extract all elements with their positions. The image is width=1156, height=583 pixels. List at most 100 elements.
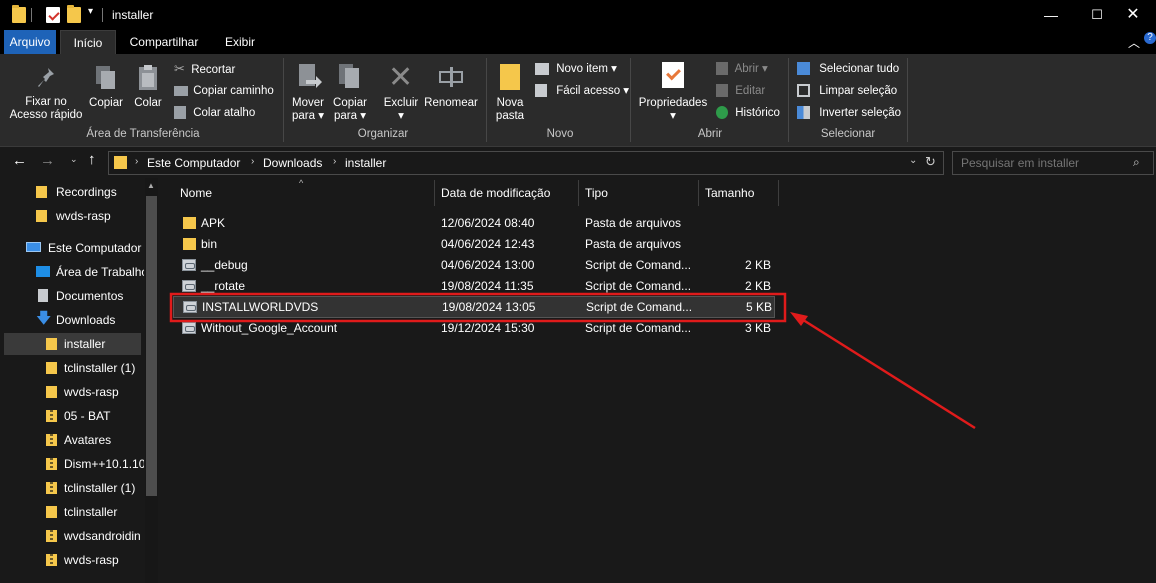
- file-row-installworldvds[interactable]: INSTALLWORLDVDS 19/08/2024 13:05 Script …: [173, 296, 775, 318]
- breadcrumb-downloads[interactable]: Downloads: [263, 156, 322, 170]
- computer-icon: [26, 242, 41, 252]
- properties-quick-icon[interactable]: [46, 7, 60, 23]
- customize-quick-access-icon[interactable]: ▾: [88, 6, 93, 17]
- nav-item-tclinstaller-1-zip[interactable]: tclinstaller (1): [0, 477, 144, 499]
- file-row-bin[interactable]: bin 04/06/2024 12:43 Pasta de arquivos: [173, 234, 773, 254]
- search-icon[interactable]: ⌕: [1133, 155, 1140, 170]
- file-name: APK: [201, 216, 226, 230]
- nav-item-documentos[interactable]: Documentos: [0, 285, 144, 307]
- nav-item-wvds-rasp-2[interactable]: wvds-rasp: [0, 381, 144, 403]
- select-none-button[interactable]: Limpar seleção: [797, 82, 897, 100]
- zip-folder-icon: [46, 410, 57, 422]
- file-row-rotate[interactable]: __rotate 19/08/2024 11:35 Script de Coma…: [173, 276, 773, 296]
- close-button[interactable]: ✕: [1110, 0, 1156, 30]
- file-row-without-google-account[interactable]: Without_Google_Account 19/12/2024 15:30 …: [173, 318, 773, 338]
- scroll-up-icon[interactable]: ▲: [147, 181, 155, 190]
- nav-item-wvdsandroidin[interactable]: wvdsandroidin: [0, 525, 144, 547]
- nav-item-downloads[interactable]: 🡇 Downloads: [0, 309, 144, 331]
- scrollbar-thumb[interactable]: [146, 196, 157, 496]
- easy-access-button[interactable]: Fácil acesso ▾: [535, 82, 629, 100]
- nav-item-tclinstaller-1[interactable]: tclinstaller (1): [0, 357, 144, 379]
- address-bar[interactable]: › Este Computador › Downloads › installe…: [108, 151, 944, 175]
- breadcrumb-installer[interactable]: installer: [345, 156, 386, 170]
- history-label: Histórico: [735, 107, 780, 119]
- nav-item-05-bat[interactable]: 05 - BAT: [0, 405, 144, 427]
- script-icon: [182, 322, 196, 334]
- tab-arquivo[interactable]: Arquivo: [4, 30, 56, 54]
- file-date: 04/06/2024 13:00: [441, 258, 535, 272]
- nav-item-este-computador[interactable]: Este Computador: [0, 237, 144, 259]
- copy-to-button[interactable]: Copiar para ▾: [330, 62, 370, 124]
- nav-item-tclinstaller[interactable]: tclinstaller: [0, 501, 144, 523]
- column-header-type[interactable]: Tipo: [585, 186, 608, 200]
- paste-button[interactable]: Colar: [130, 64, 166, 114]
- move-to-icon: [296, 62, 322, 96]
- column-header-size[interactable]: Tamanho: [705, 186, 754, 200]
- column-separator[interactable]: [578, 180, 579, 206]
- search-box[interactable]: ⌕: [952, 151, 1154, 175]
- nav-item-recordings[interactable]: Recordings: [0, 181, 144, 203]
- column-separator[interactable]: [434, 180, 435, 206]
- file-size: 3 KB: [744, 321, 771, 335]
- back-arrow-icon[interactable]: ←: [12, 152, 27, 169]
- open-button[interactable]: Abrir ▾: [716, 60, 768, 78]
- forward-arrow-icon[interactable]: →: [40, 152, 55, 169]
- folder-icon: [46, 506, 57, 518]
- file-row-debug[interactable]: __debug 04/06/2024 13:00 Script de Coman…: [173, 255, 773, 275]
- refresh-icon[interactable]: ↻: [925, 154, 936, 170]
- column-header-name[interactable]: Nome: [180, 186, 212, 200]
- cut-button[interactable]: ✂ Recortar: [174, 60, 235, 78]
- move-to-button[interactable]: Mover para ▾: [288, 62, 328, 124]
- new-item-button[interactable]: Novo item ▾: [535, 60, 617, 78]
- select-all-button[interactable]: Selecionar tudo: [797, 60, 899, 78]
- copy-path-button[interactable]: Copiar caminho: [174, 82, 274, 100]
- tab-inicio[interactable]: Início: [60, 30, 116, 55]
- copy-button[interactable]: Copiar: [88, 64, 124, 114]
- address-dropdown-icon[interactable]: ⌄: [909, 155, 917, 166]
- new-folder-quick-icon[interactable]: [67, 5, 81, 23]
- nav-item-avatares[interactable]: Avatares: [0, 429, 144, 451]
- recent-locations-chevron-icon[interactable]: ⌄: [70, 154, 78, 165]
- group-separator: [907, 58, 908, 142]
- nav-item-wvds-rasp-zip[interactable]: wvds-rasp: [0, 549, 144, 571]
- column-separator[interactable]: [698, 180, 699, 206]
- file-type: Script de Comand...: [585, 279, 692, 293]
- column-separator[interactable]: [778, 180, 779, 206]
- minimize-button[interactable]: —: [1028, 0, 1074, 30]
- properties-button[interactable]: Propriedades ▾: [636, 62, 710, 124]
- paste-shortcut-button[interactable]: Colar atalho: [174, 104, 255, 122]
- desktop-icon: [36, 266, 50, 277]
- up-arrow-icon[interactable]: ↑: [88, 151, 96, 168]
- help-icon[interactable]: ?: [1144, 32, 1156, 44]
- invert-selection-button[interactable]: Inverter seleção: [797, 104, 901, 122]
- copy-icon: [94, 64, 118, 96]
- nav-item-wvds-rasp[interactable]: wvds-rasp: [0, 205, 144, 227]
- search-input[interactable]: [959, 155, 1123, 171]
- nav-item-installer[interactable]: installer: [4, 333, 141, 355]
- easy-access-label: Fácil acesso ▾: [556, 85, 630, 97]
- tab-exibir[interactable]: Exibir: [214, 30, 266, 54]
- pin-quick-access-button[interactable]: Fixar no Acesso rápido: [6, 64, 86, 126]
- history-button[interactable]: Histórico: [716, 104, 780, 122]
- nav-scrollbar[interactable]: ▲: [145, 178, 158, 583]
- new-folder-button[interactable]: Nova pasta: [490, 62, 530, 124]
- nav-item-dism[interactable]: Dism++10.1.10: [0, 453, 144, 475]
- nav-label: installer: [64, 337, 106, 351]
- breadcrumb-este-computador[interactable]: Este Computador: [147, 156, 240, 170]
- copy-to-label: Copiar para ▾: [333, 97, 367, 122]
- delete-button[interactable]: ✕ Excluir ▾: [380, 62, 422, 124]
- tab-compartilhar[interactable]: Compartilhar: [122, 30, 206, 54]
- edit-button[interactable]: Editar: [716, 82, 765, 100]
- paste-shortcut-label: Colar atalho: [193, 107, 256, 119]
- ribbon-tabs: Arquivo Início Compartilhar Exibir ︿ ?: [0, 30, 1156, 55]
- file-type: Script de Comand...: [586, 300, 693, 314]
- rename-button[interactable]: Renomear: [424, 62, 478, 112]
- folder-icon: [46, 362, 57, 374]
- nav-item-area-de-trabalho[interactable]: Área de Trabalho: [0, 261, 144, 283]
- new-folder-label: Nova pasta: [495, 97, 525, 122]
- file-type: Script de Comand...: [585, 321, 692, 335]
- file-row-apk[interactable]: APK 12/06/2024 08:40 Pasta de arquivos: [173, 213, 773, 233]
- paste-label: Colar: [134, 97, 162, 109]
- column-header-date[interactable]: Data de modificação: [441, 186, 550, 200]
- collapse-ribbon-icon[interactable]: ︿: [1128, 34, 1140, 51]
